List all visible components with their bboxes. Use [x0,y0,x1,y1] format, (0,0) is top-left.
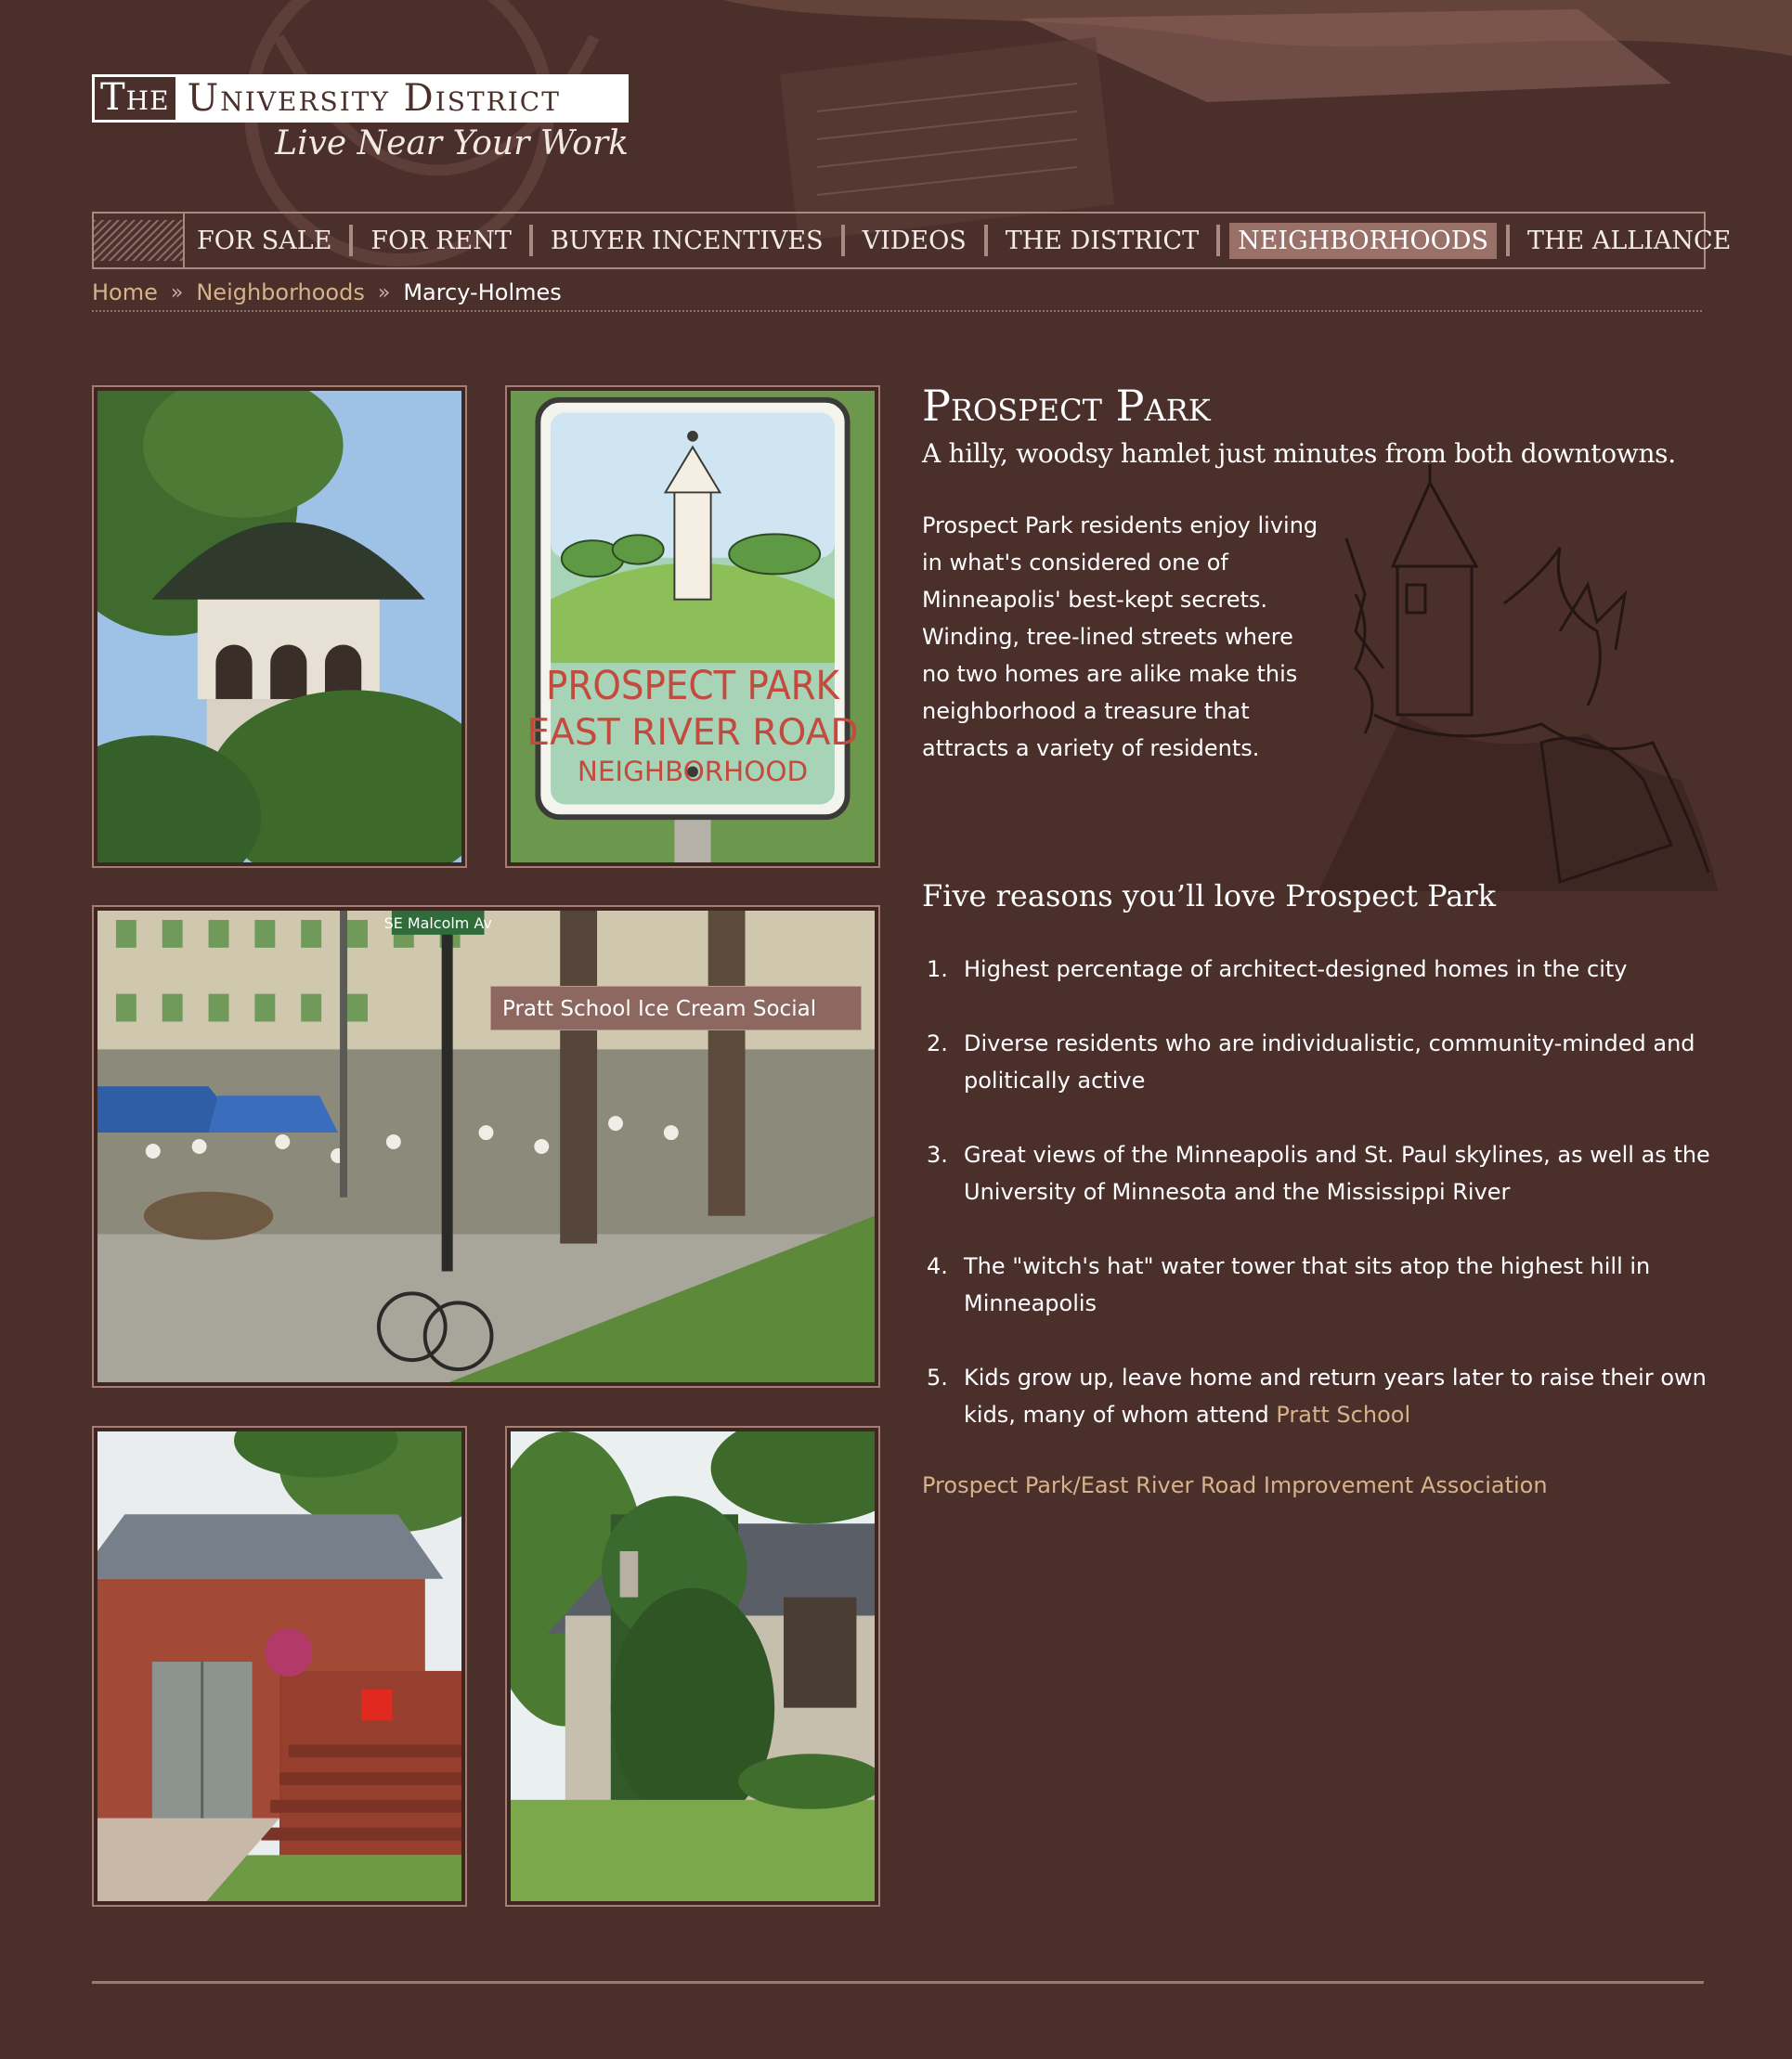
list-item-text: The "witch's hat" water tower that sits … [964,1253,1651,1316]
nav-videos[interactable]: VIDEOS [854,223,975,259]
breadcrumb-current: Marcy-Holmes [403,279,562,305]
list-item-number: 5. [927,1365,948,1391]
logo-name: University District [177,74,629,123]
list-item: 1. Highest percentage of architect-desig… [922,951,1721,988]
photo-caption: Pratt School Ice Cream Social [490,986,862,1030]
list-item-number: 1. [927,956,948,982]
nav-divider [840,225,845,256]
reasons-list: 1. Highest percentage of architect-desig… [922,951,1721,1470]
list-item-text: Highest percentage of architect-designed… [964,956,1628,982]
water-tower-sketch [1318,464,1718,891]
photo-ice-cream-social: SE Malcolm Av [92,905,880,1388]
nav-divider [1216,225,1221,256]
reasons-heading: Five reasons you’ll love Prospect Park [922,878,1497,913]
breadcrumb: Home » Neighborhoods » Marcy-Holmes [92,275,1702,312]
page-title: Prospect Park [922,381,1211,431]
main-nav: FOR SALE FOR RENT BUYER INCENTIVES VIDEO… [92,212,1731,269]
sign-text-line1: PROSPECT PARK [546,663,841,709]
nav-divider [1505,225,1510,256]
nav-neighborhoods[interactable]: NEIGHBORHOODS [1229,222,1497,259]
list-item-number: 2. [927,1030,948,1056]
breadcrumb-home[interactable]: Home [92,279,158,305]
list-item-number: 4. [927,1253,948,1279]
nav-for-rent[interactable]: FOR RENT [362,223,519,259]
nav-for-sale[interactable]: FOR SALE [188,223,340,259]
sign-text-line2: EAST RIVER ROAD [526,712,858,754]
pratt-school-link[interactable]: Pratt School [1276,1402,1410,1428]
list-item-number: 3. [927,1142,948,1168]
list-item-text: Great views of the Minneapolis and St. P… [964,1142,1710,1205]
list-item-text: Kids grow up, leave home and return year… [964,1359,1721,1433]
list-item: 3. Great views of the Minneapolis and St… [922,1136,1721,1211]
breadcrumb-separator: » [377,280,391,304]
photo-ivy-house [505,1426,880,1907]
street-sign-text: SE Malcolm Av [384,914,492,932]
nav-home-hatch[interactable] [94,214,185,267]
list-item: 4. The "witch's hat" water tower that si… [922,1248,1721,1322]
list-item-text: Diverse residents who are individualisti… [964,1030,1695,1094]
association-link[interactable]: Prospect Park/East River Road Improvemen… [922,1472,1548,1498]
intro-paragraph: Prospect Park residents enjoy living in … [922,512,1318,761]
nav-divider [349,225,354,256]
logo-the: The [92,74,178,123]
nav-buyer-incentives[interactable]: BUYER INCENTIVES [542,223,832,259]
photo-water-tower [92,385,467,868]
nav-the-district[interactable]: THE DISTRICT [997,223,1207,259]
photo-brick-garage [92,1426,467,1907]
footer-divider [92,1981,1704,1984]
breadcrumb-separator: » [170,280,184,304]
list-item: 5. Kids grow up, leave home and return y… [922,1359,1721,1433]
nav-the-alliance[interactable]: THE ALLIANCE [1519,223,1739,259]
nav-divider [983,225,988,256]
logo-tagline: Live Near Your Work [275,124,629,162]
site-logo[interactable]: The University District Live Near Your W… [92,74,629,167]
photo-neighborhood-sign: PROSPECT PARK EAST RIVER ROAD NEIGHBORHO… [505,385,880,868]
breadcrumb-neighborhoods[interactable]: Neighborhoods [196,279,365,305]
nav-divider [528,225,533,256]
list-item: 2. Diverse residents who are individuali… [922,1025,1721,1099]
